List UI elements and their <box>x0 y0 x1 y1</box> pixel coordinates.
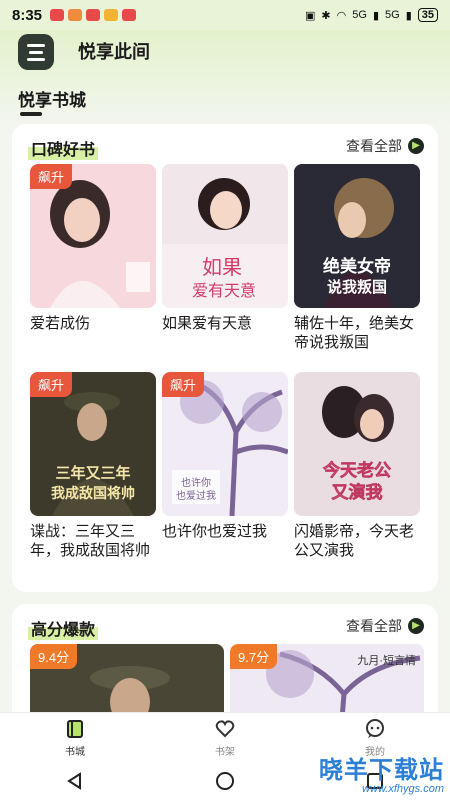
book-icon <box>64 718 86 740</box>
book-title: 谍战：三年又三年，我成敌国将帅 <box>30 523 151 559</box>
video-icon <box>104 9 119 21</box>
book-cover-art: 如果 爱有天意 <box>162 164 288 308</box>
publisher-label: 九月·短言情 <box>357 655 416 667</box>
watermark: 晓羊下载站 www.xfhygs.com <box>319 750 444 795</box>
app-header: 悦享此间 悦享书城 <box>0 30 450 124</box>
see-all-button[interactable]: 查看全部 ▶ <box>346 616 424 636</box>
section-title: 口碑好书 <box>28 136 99 160</box>
arrow-right-icon: ▶ <box>408 618 424 634</box>
rising-badge: 飙升 <box>30 372 73 397</box>
book-cover: 飙升 <box>30 164 156 308</box>
book-title: 闪婚影帝，今天老公又演我 <box>294 523 415 559</box>
message-icon <box>86 9 101 21</box>
book-cover: 也许你 也爱过我 飙升 <box>162 372 288 516</box>
svg-text:我成敌国将帅: 我成敌国将帅 <box>51 485 135 502</box>
rising-badge: 飙升 <box>162 372 205 397</box>
see-all-button[interactable]: 查看全部 ▶ <box>346 136 424 156</box>
home-button[interactable] <box>205 766 245 796</box>
section-card-top-rated: 口碑好书 查看全部 ▶ 飙升 爱若成伤 如果 爱有天意 如果爱有天意 绝美女帝 … <box>12 124 438 592</box>
svg-text:也爱过我: 也爱过我 <box>176 489 216 502</box>
svg-text:绝美女帝: 绝美女帝 <box>323 256 391 277</box>
book-cover: 绝美女帝 说我叛国 <box>294 164 420 308</box>
section-card-high-score: 高分爆款 查看全部 ▶ 9.4分 9.7分 九月·短言情 <box>12 604 438 724</box>
signal-bars-icon: ▮ <box>372 9 379 22</box>
back-triangle-icon <box>67 772 81 790</box>
nav-bookshelf[interactable]: 书架 <box>150 713 300 762</box>
book-item[interactable]: 如果 爱有天意 如果爱有天意 <box>162 164 288 333</box>
heart-icon <box>214 718 236 740</box>
watermark-title: 晓羊下载站 <box>319 757 444 784</box>
notification-icons <box>50 9 137 21</box>
book-item[interactable]: 飙升 爱若成伤 <box>30 164 156 333</box>
app-icon <box>68 9 83 21</box>
chat-icon <box>364 718 386 740</box>
app-logo-icon <box>18 34 54 70</box>
tab-bookstore[interactable]: 悦享书城 <box>18 86 86 111</box>
book-item[interactable]: 绝美女帝 说我叛国 辅佐十年，绝美女帝说我叛国 <box>294 164 420 352</box>
svg-text:三年又三年: 三年又三年 <box>55 464 130 482</box>
svg-text:说我叛国: 说我叛国 <box>327 278 387 296</box>
book-cover: 今天老公 又演我 <box>294 372 420 516</box>
see-all-label: 查看全部 <box>346 138 402 154</box>
signal-label-2: 5G <box>385 9 400 21</box>
book-title: 辅佐十年，绝美女帝说我叛国 <box>294 315 415 351</box>
mail-icon <box>50 9 65 21</box>
battery-indicator: 35 <box>417 8 438 22</box>
status-time: 8:35 <box>12 6 43 24</box>
status-bar: 8:35 ▣ ✱ ◠ 5G ▮ 5G ▮ 35 <box>0 0 450 30</box>
tab-indicator <box>20 112 42 116</box>
book-title: 也许你也爱过我 <box>162 523 268 540</box>
signal-bars-icon: ▮ <box>405 9 412 22</box>
arrow-right-icon: ▶ <box>408 138 424 154</box>
rising-badge: 飙升 <box>30 164 73 189</box>
book-cover: 三年又三年 我成敌国将帅 飙升 <box>30 372 156 516</box>
see-all-label: 查看全部 <box>346 618 402 634</box>
back-button[interactable] <box>55 766 95 796</box>
score-badge: 9.4分 <box>30 644 78 669</box>
book-cover: 如果 爱有天意 <box>162 164 288 308</box>
book-cover-art: 绝美女帝 说我叛国 <box>294 164 420 308</box>
mail-icon <box>122 9 137 21</box>
book-item[interactable]: 三年又三年 我成敌国将帅 飙升 谍战：三年又三年，我成敌国将帅 <box>30 372 156 560</box>
signal-label-1: 5G <box>352 9 367 21</box>
section-title: 高分爆款 <box>28 616 99 640</box>
score-badge: 9.7分 <box>230 644 278 669</box>
svg-text:又演我: 又演我 <box>332 482 383 503</box>
nav-bookstore[interactable]: 书城 <box>0 713 150 762</box>
book-item[interactable]: 也许你 也爱过我 飙升 也许你也爱过我 <box>162 372 288 541</box>
svg-text:爱有天意: 爱有天意 <box>192 281 256 300</box>
nav-label: 书城 <box>65 746 85 758</box>
svg-text:也许你: 也许你 <box>181 476 211 489</box>
app-title: 悦享此间 <box>78 42 150 62</box>
book-cover-art: 今天老公 又演我 <box>294 372 420 516</box>
nfc-icon: ▣ <box>305 9 316 22</box>
home-circle-icon <box>216 772 234 790</box>
book-item[interactable]: 今天老公 又演我 闪婚影帝，今天老公又演我 <box>294 372 420 560</box>
svg-text:今天老公: 今天老公 <box>323 460 391 481</box>
status-indicators: ▣ ✱ ◠ 5G ▮ 5G ▮ 35 <box>305 8 438 22</box>
nav-label: 书架 <box>215 746 235 758</box>
book-title: 如果爱有天意 <box>162 315 253 332</box>
bluetooth-icon: ✱ <box>321 9 331 22</box>
book-title: 爱若成伤 <box>30 315 91 332</box>
wifi-icon: ◠ <box>336 9 347 22</box>
svg-text:如果: 如果 <box>202 255 242 279</box>
